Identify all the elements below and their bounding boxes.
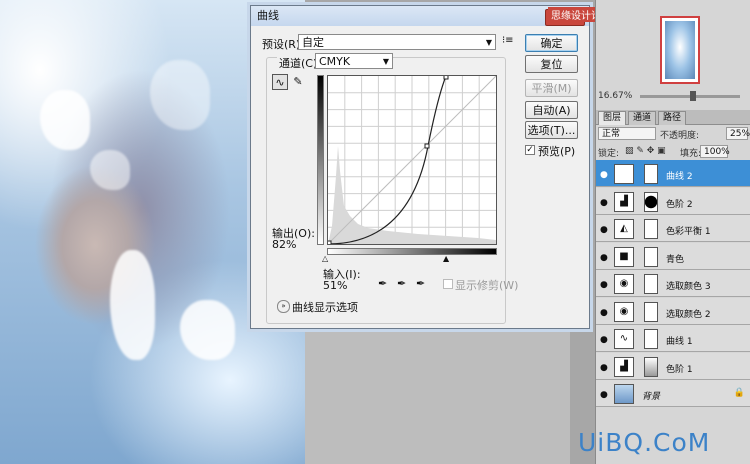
- watermark-text: UiBQ.CoM: [578, 428, 711, 457]
- curves-graph-svg: [326, 74, 497, 246]
- show-clipping-label: 显示修剪(W): [455, 279, 519, 292]
- butterfly-shape: [150, 60, 210, 130]
- white-point-slider-icon[interactable]: ▲: [443, 254, 449, 263]
- pencil-tool-icon[interactable]: ✎: [290, 74, 306, 90]
- channel-value: CMYK: [319, 55, 351, 68]
- visibility-eye-icon[interactable]: ●: [600, 363, 608, 373]
- blend-mode-select[interactable]: 正常: [598, 127, 656, 140]
- chevron-down-icon: ▼: [485, 38, 492, 47]
- layer-mask-thumbnail: [644, 164, 658, 184]
- visibility-eye-icon[interactable]: ●: [600, 170, 608, 180]
- smooth-button[interactable]: 平滑(M): [525, 79, 578, 97]
- layer-mask-thumbnail: [644, 274, 658, 294]
- preview-checkbox[interactable]: ✓: [525, 145, 535, 155]
- output-gradient-bar: [317, 75, 324, 245]
- visibility-eye-icon[interactable]: ●: [600, 253, 608, 263]
- layer-mask-thumbnail: [644, 329, 658, 349]
- visibility-eye-icon[interactable]: ●: [600, 280, 608, 290]
- channel-select[interactable]: CMYK ▼: [315, 53, 393, 69]
- visibility-eye-icon[interactable]: ●: [600, 390, 608, 400]
- input-value: 51%: [323, 279, 348, 292]
- layer-name: 青色: [666, 254, 685, 265]
- zoom-slider-handle[interactable]: [690, 91, 696, 101]
- visibility-eye-icon[interactable]: ●: [600, 308, 608, 318]
- layer-row[interactable]: ● ∿ 曲线 1: [596, 325, 750, 352]
- layer-row[interactable]: ● ◉ 选取颜色 3: [596, 270, 750, 297]
- layer-mask-thumbnail: [644, 191, 658, 212]
- layer-row[interactable]: ● ◭ 色彩平衡 1: [596, 215, 750, 242]
- tab-paths[interactable]: 路径: [658, 111, 687, 125]
- gray-eyedropper-icon[interactable]: ✒: [397, 277, 406, 290]
- layer-row[interactable]: ● ▟ 色阶 2: [596, 187, 750, 215]
- white-eyedropper-icon[interactable]: ✒: [416, 277, 425, 290]
- fill-label: 填充:: [680, 149, 702, 159]
- visibility-eye-icon[interactable]: ●: [600, 198, 608, 208]
- output-value: 82%: [272, 238, 297, 251]
- zoom-value[interactable]: 16.67%: [598, 91, 632, 101]
- navigator-thumbnail[interactable]: [660, 16, 700, 84]
- preset-select[interactable]: 自定 ▼: [298, 34, 496, 50]
- butterfly-shape: [90, 150, 130, 190]
- layer-name: 色阶 1: [666, 364, 693, 375]
- preset-options-icon[interactable]: ⁝≡: [502, 35, 514, 46]
- black-point-slider-icon[interactable]: △: [322, 254, 328, 263]
- curves-icon: ∿: [614, 329, 634, 349]
- levels-icon: ▟: [614, 356, 634, 377]
- layer-row[interactable]: ● ∿ 曲线 2: [596, 160, 750, 187]
- solid-fill-icon: ■: [614, 246, 634, 267]
- layer-mask-thumbnail: [644, 301, 658, 322]
- preset-value: 自定: [302, 36, 324, 49]
- options-button[interactable]: 选项(T)...: [525, 121, 578, 139]
- expand-options-icon[interactable]: »: [277, 300, 290, 313]
- butterfly-shape: [40, 90, 90, 150]
- visibility-eye-icon[interactable]: ●: [600, 225, 608, 235]
- layer-mask-thumbnail: [644, 246, 658, 267]
- layer-name: 背景: [642, 392, 661, 402]
- curves-graph[interactable]: [326, 74, 497, 246]
- curve-display-options-label: 曲线显示选项: [292, 301, 358, 314]
- visibility-eye-icon[interactable]: ●: [600, 335, 608, 345]
- levels-icon: ▟: [614, 191, 634, 212]
- layer-row[interactable]: ● 背景 🔒: [596, 380, 750, 407]
- dialog-title: 曲线: [257, 9, 279, 22]
- layer-row[interactable]: ● ▟ 色阶 1: [596, 352, 750, 380]
- layer-row[interactable]: ● ■ 青色: [596, 242, 750, 270]
- layer-name: 曲线 1: [666, 337, 693, 347]
- lock-label: 锁定:: [598, 149, 620, 159]
- layer-name: 选取颜色 2: [666, 309, 711, 320]
- input-gradient-bar: [327, 248, 497, 255]
- panel-tabs: 图层 通道 路径: [596, 110, 750, 125]
- layer-name: 曲线 2: [666, 172, 693, 182]
- color-balance-icon: ◭: [614, 219, 634, 239]
- lock-icon: 🔒: [733, 388, 745, 398]
- dialog-titlebar[interactable]: 曲线: [251, 6, 589, 26]
- butterfly-shape: [110, 250, 155, 360]
- butterfly-shape: [180, 300, 235, 360]
- black-eyedropper-icon[interactable]: ✒: [378, 277, 387, 290]
- layer-name: 色阶 2: [666, 199, 693, 210]
- chevron-down-icon: ▼: [382, 57, 389, 66]
- opacity-label: 不透明度:: [660, 131, 700, 141]
- lock-icons[interactable]: ▨ ✎ ✥ ▣: [625, 146, 666, 156]
- curve-point-tool-icon[interactable]: ∿: [272, 74, 288, 90]
- image-icon: [614, 384, 634, 404]
- layer-name: 选取颜色 3: [666, 282, 711, 292]
- ok-button[interactable]: 确定: [525, 34, 578, 52]
- reset-button[interactable]: 复位: [525, 55, 578, 73]
- show-clipping-checkbox[interactable]: [443, 279, 453, 289]
- curves-icon: ∿: [614, 164, 634, 184]
- tab-channels[interactable]: 通道: [628, 111, 657, 125]
- selective-color-icon: ◉: [614, 301, 634, 322]
- workspace-background: [305, 330, 570, 464]
- auto-button[interactable]: 自动(A): [525, 101, 578, 119]
- preview-label: 预览(P): [538, 145, 576, 158]
- layer-mask-thumbnail: [644, 219, 658, 239]
- opacity-input[interactable]: 25%: [726, 127, 750, 140]
- fill-input[interactable]: 100%: [700, 145, 730, 158]
- tab-layers[interactable]: 图层: [598, 111, 627, 125]
- layer-name: 色彩平衡 1: [666, 227, 711, 237]
- layer-mask-thumbnail: [644, 356, 658, 377]
- selective-color-icon: ◉: [614, 274, 634, 294]
- layer-row[interactable]: ● ◉ 选取颜色 2: [596, 297, 750, 325]
